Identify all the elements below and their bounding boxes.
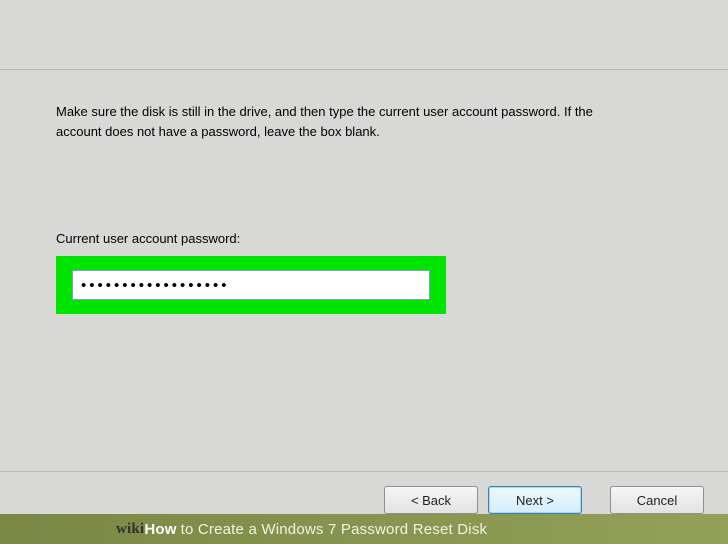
watermark-bar: wikiHow to Create a Windows 7 Password R…	[0, 514, 728, 544]
button-row: < Back Next > Cancel	[0, 471, 728, 514]
cancel-button[interactable]: Cancel	[610, 486, 704, 514]
wikihow-logo-wiki: wiki	[116, 521, 144, 538]
password-label: Current user account password:	[56, 231, 672, 246]
password-highlight	[56, 256, 446, 314]
article-title: to Create a Windows 7 Password Reset Dis…	[181, 521, 488, 538]
back-button[interactable]: < Back	[384, 486, 478, 514]
wikihow-logo-how: How	[144, 521, 176, 538]
instruction-text: Make sure the disk is still in the drive…	[56, 102, 616, 141]
password-input[interactable]	[72, 270, 430, 300]
next-button[interactable]: Next >	[488, 486, 582, 514]
header-spacer	[0, 0, 728, 70]
wizard-dialog: Make sure the disk is still in the drive…	[0, 0, 728, 544]
content-area: Make sure the disk is still in the drive…	[0, 70, 728, 460]
